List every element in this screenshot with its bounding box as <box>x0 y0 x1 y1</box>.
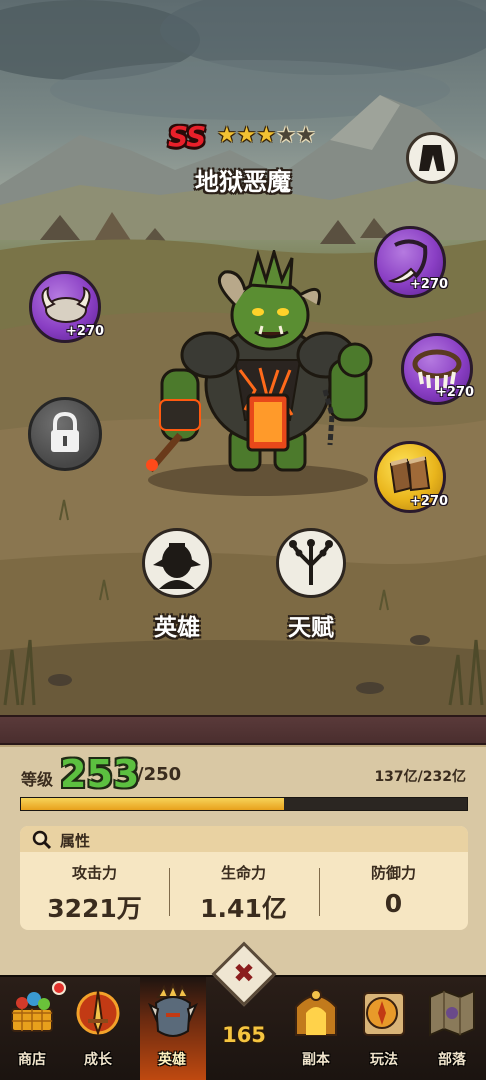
growth-sword-icon <box>76 990 120 1037</box>
level-current: 253 <box>60 752 140 796</box>
level-label: 等级 <box>21 770 54 789</box>
crossed-swords-icon: ✖ <box>233 959 255 989</box>
talent-button[interactable] <box>276 528 346 598</box>
nav-item-gameplay[interactable]: 玩法 <box>352 977 416 1080</box>
star-filled-icon: ★ <box>236 123 257 148</box>
exp-text: 137亿/232亿 <box>374 769 466 785</box>
nav-label: 副本 <box>302 1052 330 1068</box>
nav-item-hero[interactable]: 英雄 <box>140 977 206 1080</box>
attributes-header: 属性 <box>20 826 468 852</box>
exp-progress-bar <box>20 797 468 811</box>
hero-button[interactable] <box>142 528 212 598</box>
attr-name: 生命力 <box>220 864 266 882</box>
attr-value: 1.41亿 <box>200 894 287 923</box>
skin-button[interactable] <box>406 132 458 184</box>
locked-slot-button[interactable] <box>28 397 102 471</box>
equip-bonus: +270 <box>436 385 475 400</box>
attr-defense: 防御力 0 <box>319 862 468 918</box>
star-empty-icon: ★ <box>276 123 296 148</box>
hero-stars: ★ ★ ★ ★ ★ <box>217 124 316 148</box>
nav-label: 英雄 <box>158 1052 186 1068</box>
level-max: /250 <box>137 764 182 785</box>
dungeon-gate-icon <box>295 989 337 1036</box>
panel-divider <box>0 715 486 745</box>
center-count: 165 <box>222 1023 266 1047</box>
hero-button-label[interactable]: 英雄 <box>122 608 232 642</box>
nav-label: 玩法 <box>370 1052 398 1068</box>
compass-icon <box>363 992 405 1036</box>
nav-item-dungeon[interactable]: 副本 <box>284 977 348 1080</box>
attr-name: 攻击力 <box>71 864 117 882</box>
lock-icon <box>51 411 79 452</box>
nav-item-growth[interactable]: 成长 <box>66 977 130 1080</box>
star-empty-icon: ★ <box>295 123 316 148</box>
robe-icon <box>419 145 445 171</box>
hero-grade: SS <box>168 120 206 153</box>
hero-scene: SS ★ ★ ★ ★ ★ 地狱恶魔 +270 +270 +270 +270 英雄… <box>0 0 486 715</box>
attr-name: 防御力 <box>370 864 416 882</box>
nav-label: 部落 <box>438 1052 466 1068</box>
shop-basket-icon <box>11 992 53 1032</box>
tribe-map-icon <box>429 989 475 1037</box>
star-filled-icon: ★ <box>256 123 277 148</box>
equip-bonus: +270 <box>410 277 449 292</box>
attr-attack: 攻击力 3221万 <box>20 862 169 925</box>
equip-bonus: +270 <box>66 324 105 339</box>
nav-item-tribe[interactable]: 部落 <box>420 977 484 1080</box>
attr-value: 0 <box>384 889 403 918</box>
talent-tree-icon <box>289 539 333 585</box>
nav-item-shop[interactable]: 商店 <box>0 977 66 1080</box>
notification-badge <box>52 981 66 995</box>
hero-helmet-icon <box>148 983 198 1037</box>
nav-label: 成长 <box>84 1052 112 1068</box>
attr-value: 3221万 <box>47 894 142 923</box>
attr-health: 生命力 1.41亿 <box>169 862 318 925</box>
attributes-box: 属性 攻击力 3221万 生命力 1.41亿 防御力 0 <box>20 826 468 930</box>
nav-label: 商店 <box>18 1052 46 1068</box>
equip-bonus: +270 <box>410 494 449 509</box>
attributes-title: 属性 <box>60 832 91 850</box>
center-battle-button[interactable]: ✖ 165 <box>211 941 277 1080</box>
talent-button-label[interactable]: 天赋 <box>256 608 366 642</box>
hero-head-icon <box>153 543 201 589</box>
star-filled-icon: ★ <box>217 123 237 148</box>
search-icon <box>32 830 52 850</box>
hell-demon-character[interactable] <box>140 250 380 490</box>
exp-progress-fill <box>21 798 285 810</box>
